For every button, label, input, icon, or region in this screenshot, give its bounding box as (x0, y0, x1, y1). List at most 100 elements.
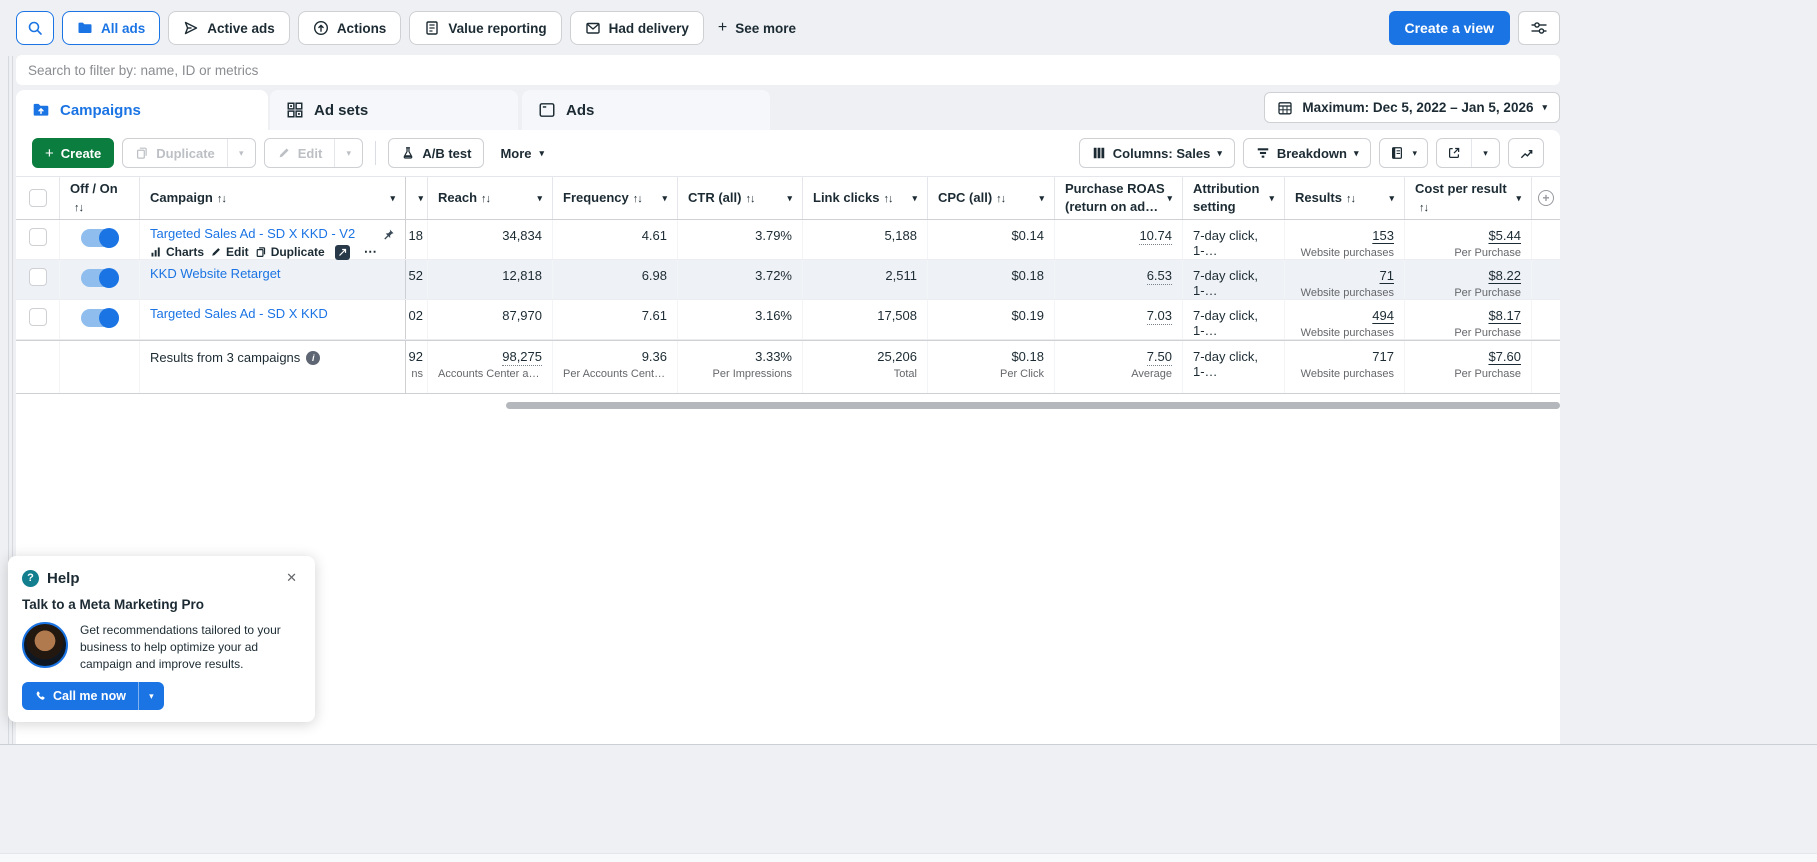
ctr-value: 3.16% (678, 300, 803, 339)
tab-ads[interactable]: Ads (522, 90, 770, 130)
table-toolbar: + Create Duplicate ▾ Edit ▾ A/B test Mor… (16, 130, 1560, 176)
filter-chip-had-delivery[interactable]: Had delivery (569, 11, 704, 45)
create-button[interactable]: + Create (32, 138, 115, 168)
filter-chip-actions[interactable]: Actions (297, 11, 402, 45)
header-purchase-roas[interactable]: Purchase ROAS (return on ad… ▾ (1055, 177, 1183, 219)
more-label: More (500, 145, 532, 161)
results-value[interactable]: 153 (1372, 228, 1394, 243)
search-filter-button[interactable] (16, 11, 54, 45)
columns-button[interactable]: Columns: Sales ▾ (1078, 138, 1235, 168)
export-button[interactable] (1437, 139, 1471, 167)
header-cost-per-result[interactable]: Cost per result ↑↓ ▾ (1405, 177, 1532, 219)
row-checkbox[interactable] (28, 228, 47, 246)
roas-value[interactable]: 7.03 (1146, 308, 1172, 325)
pin-icon[interactable] (382, 228, 395, 241)
header-ctr[interactable]: CTR (all) ↑↓ ▾ (678, 177, 803, 219)
cost-per-result-value[interactable]: $8.22 (1488, 268, 1521, 283)
sort-icon: ↑↓ (996, 193, 1006, 206)
more-actions-button[interactable]: ⋯ (364, 244, 378, 260)
campaign-toggle[interactable] (80, 228, 119, 248)
edit-dropdown[interactable]: ▾ (334, 139, 362, 167)
cost-per-result-value[interactable]: $5.44 (1488, 228, 1521, 243)
header-cpc[interactable]: CPC (all) ↑↓ ▾ (928, 177, 1055, 219)
row-checkbox[interactable] (28, 268, 47, 286)
add-column-button[interactable]: + (1532, 177, 1560, 219)
call-options-dropdown[interactable]: ▾ (137, 682, 164, 711)
header-link-clicks[interactable]: Link clicks ↑↓ ▾ (803, 177, 928, 219)
cost-total[interactable]: $7.60 (1488, 349, 1521, 364)
cost-sub: Per Purchase (1454, 327, 1521, 339)
campaign-name-link[interactable]: Targeted Sales Ad - SD X KKD - V2 (150, 226, 380, 241)
header-frequency[interactable]: Frequency ↑↓ ▾ (553, 177, 678, 219)
attribution-value: 7-day click, 1-… (1183, 220, 1285, 259)
tab-campaigns[interactable]: Campaigns (16, 90, 268, 130)
roas-value[interactable]: 6.53 (1146, 268, 1172, 285)
date-range-picker[interactable]: Maximum: Dec 5, 2022 – Jan 5, 2026 ▾ (1264, 92, 1560, 123)
campaign-toggle[interactable] (80, 308, 119, 328)
see-more-filters-button[interactable]: + See more (718, 19, 796, 37)
phone-icon (36, 691, 45, 701)
campaign-toggle[interactable] (80, 268, 119, 288)
hidden-column-value: 02 (406, 300, 428, 339)
reports-button[interactable]: ▾ (1379, 138, 1428, 168)
header-results[interactable]: Results ↑↓ ▾ (1285, 177, 1405, 219)
column-menu-icon[interactable]: ▾ (912, 193, 917, 203)
roas-total[interactable]: 7.50 (1146, 349, 1172, 366)
select-all-checkbox[interactable] (16, 177, 60, 219)
campaign-name-link[interactable]: Targeted Sales Ad - SD X KKD (150, 306, 380, 321)
results-value[interactable]: 71 (1380, 268, 1394, 283)
level-tabs: Campaigns Ad sets Ads Maximum: Dec 5, 20… (16, 90, 1560, 130)
hidden-column-total: 92 (408, 349, 423, 364)
breakdown-button[interactable]: Breakdown ▾ (1242, 138, 1372, 168)
column-menu-icon[interactable]: ▾ (787, 193, 792, 203)
create-a-view-button[interactable]: Create a view (1388, 11, 1510, 45)
ab-test-button[interactable]: A/B test (388, 138, 485, 168)
view-charts-button[interactable] (1508, 138, 1544, 168)
row-checkbox[interactable] (28, 308, 47, 326)
info-icon[interactable]: i (306, 350, 321, 365)
search-input[interactable] (16, 55, 1560, 85)
roas-value[interactable]: 10.74 (1139, 228, 1172, 245)
reach-total[interactable]: 98,275 (502, 349, 542, 366)
export-dropdown[interactable]: ▾ (1471, 139, 1499, 167)
hidden-column-total-sub: ns (411, 368, 423, 380)
column-menu-icon[interactable]: ▾ (1516, 193, 1521, 203)
column-menu-icon[interactable]: ▾ (1389, 193, 1394, 203)
column-menu-icon[interactable]: ▾ (390, 193, 395, 203)
close-icon[interactable]: ✕ (282, 568, 301, 588)
results-value[interactable]: 494 (1372, 308, 1394, 323)
call-me-now-button[interactable]: Call me now (22, 682, 138, 711)
report-document-icon (426, 21, 439, 35)
frequency-total: 9.36 (641, 349, 667, 364)
filter-chip-active-ads[interactable]: Active ads (168, 11, 290, 45)
edit-button[interactable]: Edit (265, 139, 335, 167)
column-menu-icon[interactable]: ▾ (1039, 193, 1044, 203)
tab-ad-sets[interactable]: Ad sets (270, 90, 518, 130)
header-off-on[interactable]: Off / On ↑↓ (60, 177, 140, 219)
column-menu-icon[interactable]: ▾ (1167, 193, 1172, 203)
header-label: (return on ad… (1065, 199, 1159, 214)
header-campaign[interactable]: Campaign ↑↓ ▾ (140, 177, 406, 219)
hidden-column-value: 18 (406, 220, 428, 259)
filter-chip-all-ads[interactable]: All ads (62, 11, 161, 45)
duplicate-action[interactable]: Duplicate (255, 245, 325, 259)
column-menu-icon[interactable]: ▾ (537, 193, 542, 203)
header-hidden-column[interactable]: ▾ (406, 177, 428, 219)
reports-icon (1392, 147, 1403, 159)
calendar-icon (1278, 101, 1292, 114)
filter-chip-value-reporting[interactable]: Value reporting (409, 11, 562, 45)
column-menu-icon[interactable]: ▾ (662, 193, 667, 203)
view-chart-action[interactable] (334, 244, 350, 260)
campaign-name-link[interactable]: KKD Website Retarget (150, 266, 380, 281)
cost-per-result-value[interactable]: $8.17 (1488, 308, 1521, 323)
column-menu-icon[interactable]: ▾ (1269, 193, 1274, 203)
duplicate-dropdown[interactable]: ▾ (226, 139, 255, 167)
edit-action[interactable]: Edit (210, 245, 249, 259)
more-button[interactable]: More ▾ (492, 146, 552, 161)
header-reach[interactable]: Reach ↑↓ ▾ (428, 177, 553, 219)
charts-action[interactable]: Charts (150, 245, 204, 259)
horizontal-scrollbar[interactable] (506, 402, 1560, 409)
view-settings-button[interactable] (1518, 11, 1560, 45)
header-attribution-setting[interactable]: Attribution setting ▾ (1183, 177, 1285, 219)
duplicate-button[interactable]: Duplicate (123, 139, 227, 167)
